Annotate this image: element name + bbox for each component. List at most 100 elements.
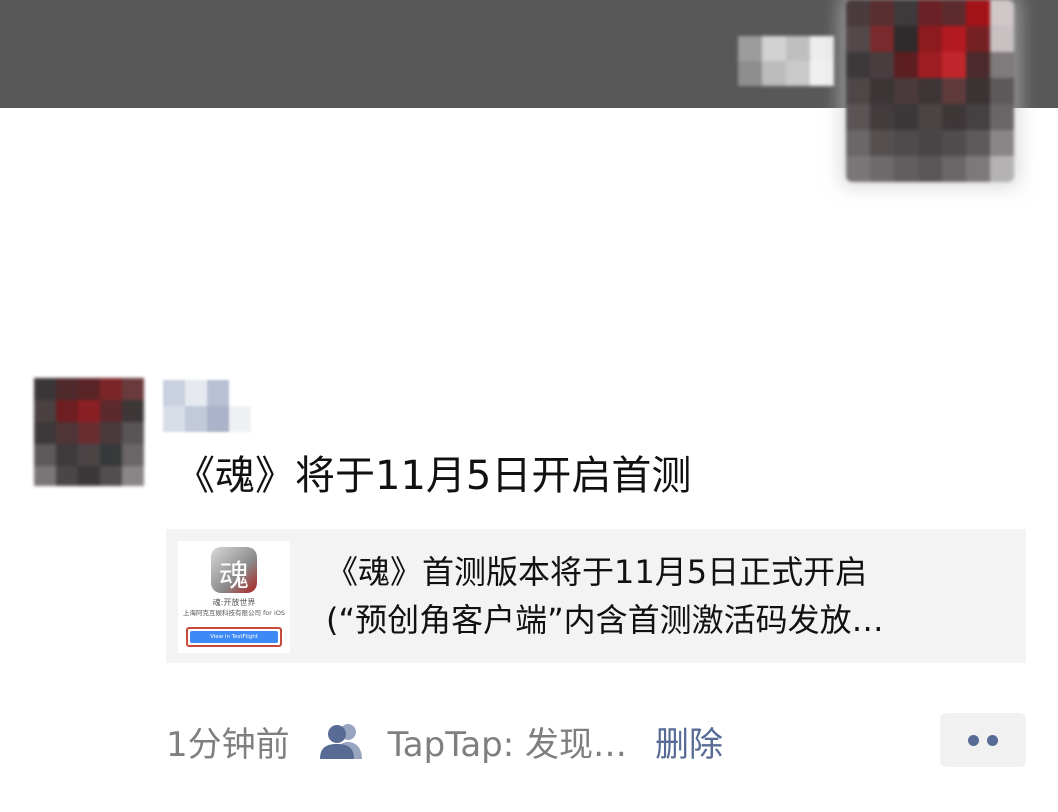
mosaic-cell	[870, 130, 894, 156]
mosaic-cell	[100, 422, 122, 444]
shared-link-card[interactable]: 魂 魂:开放世界 上海阿克互娱科技有限公司 for iOS View in Te…	[166, 529, 1026, 663]
mosaic-cell	[942, 156, 966, 182]
mosaic-cell	[207, 380, 229, 406]
poster-avatar[interactable]	[34, 378, 144, 486]
mosaic-cell	[122, 378, 144, 400]
mosaic-cell	[918, 156, 942, 182]
mosaic-cell	[990, 52, 1014, 78]
mosaic-cell	[229, 406, 251, 432]
mosaic-cell	[870, 0, 894, 26]
people-icon	[319, 724, 362, 759]
link-title-line1: 《魂》首测版本将于11月5日正式开启	[326, 553, 868, 591]
mosaic-cell	[870, 156, 894, 182]
mosaic-cell	[78, 422, 100, 444]
mosaic-cell	[894, 26, 918, 52]
mosaic-cell	[100, 400, 122, 422]
mosaic-cell	[810, 61, 834, 86]
mosaic-cell	[942, 130, 966, 156]
mosaic-cell	[966, 52, 990, 78]
mosaic-cell	[894, 156, 918, 182]
mosaic-cell	[122, 422, 144, 444]
mosaic-cell	[918, 0, 942, 26]
mosaic-cell	[870, 26, 894, 52]
blurred-username	[738, 36, 834, 86]
delete-link[interactable]: 删除	[655, 717, 723, 766]
profile-avatar[interactable]	[846, 0, 1014, 182]
mosaic-cell	[78, 444, 100, 466]
mosaic-cell	[918, 26, 942, 52]
mosaic-cell	[34, 466, 56, 486]
mosaic-cell	[990, 78, 1014, 104]
thumbnail-company: 上海阿克互娱科技有限公司 for iOS	[182, 609, 286, 617]
mosaic-cell	[810, 36, 834, 61]
post-source[interactable]: TapTap: 发现…	[388, 717, 627, 766]
mosaic-cell	[738, 36, 762, 61]
mosaic-cell	[56, 422, 78, 444]
mosaic-cell	[56, 444, 78, 466]
mosaic-cell	[870, 52, 894, 78]
mosaic-cell	[942, 52, 966, 78]
post-time: 1分钟前	[166, 724, 290, 765]
mosaic-cell	[846, 156, 870, 182]
mosaic-cell	[56, 400, 78, 422]
mosaic-cell	[185, 380, 207, 406]
mosaic-cell	[185, 406, 207, 432]
mosaic-cell	[100, 466, 122, 486]
mosaic-cell	[78, 400, 100, 422]
mosaic-cell	[846, 78, 870, 104]
mosaic-cell	[894, 52, 918, 78]
mosaic-cell	[78, 466, 100, 486]
mosaic-cell	[122, 400, 144, 422]
mosaic-cell	[34, 422, 56, 444]
mosaic-cell	[870, 104, 894, 130]
app-glyph: 魂	[219, 559, 249, 594]
mosaic-cell	[100, 444, 122, 466]
mosaic-cell	[738, 61, 762, 86]
mosaic-cell	[990, 26, 1014, 52]
mosaic-cell	[846, 130, 870, 156]
mosaic-cell	[100, 378, 122, 400]
mosaic-cell	[966, 156, 990, 182]
mosaic-cell	[990, 104, 1014, 130]
link-title-line2: (“预创角客户端”内含首测激活码发放…	[326, 601, 884, 639]
mosaic-cell	[894, 0, 918, 26]
mosaic-cell	[846, 0, 870, 26]
mosaic-cell	[894, 130, 918, 156]
mosaic-cell	[846, 26, 870, 52]
mosaic-cell	[34, 378, 56, 400]
mosaic-cell	[990, 0, 1014, 26]
mosaic-cell	[56, 466, 78, 486]
mosaic-cell	[163, 406, 185, 432]
mosaic-cell	[942, 0, 966, 26]
post-meta-row: 1分钟前 TapTap: 发现… 删除	[166, 716, 723, 766]
mosaic-cell	[966, 104, 990, 130]
more-options-button[interactable]	[940, 713, 1026, 767]
mosaic-cell	[918, 78, 942, 104]
mosaic-cell	[762, 61, 786, 86]
mosaic-cell	[846, 104, 870, 130]
mosaic-cell	[34, 444, 56, 466]
mosaic-cell	[990, 130, 1014, 156]
post-text: 《魂》将于11月5日开启首测	[175, 453, 692, 499]
mosaic-cell	[942, 26, 966, 52]
mosaic-cell	[846, 52, 870, 78]
more-dots-icon	[968, 735, 979, 746]
mosaic-cell	[229, 380, 251, 406]
mosaic-cell	[56, 378, 78, 400]
mosaic-cell	[966, 26, 990, 52]
thumbnail-testflight-button: View in TestFlight	[186, 627, 282, 647]
mosaic-cell	[762, 36, 786, 61]
mosaic-cell	[918, 130, 942, 156]
mosaic-cell	[786, 36, 810, 61]
more-dots-icon	[987, 735, 998, 746]
thumbnail-button-label: View in TestFlight	[190, 631, 278, 643]
mosaic-cell	[942, 78, 966, 104]
mosaic-cell	[78, 378, 100, 400]
mosaic-cell	[966, 0, 990, 26]
mosaic-cell	[34, 400, 56, 422]
mosaic-cell	[122, 444, 144, 466]
mosaic-cell	[163, 380, 185, 406]
mosaic-cell	[966, 130, 990, 156]
poster-nickname[interactable]	[163, 380, 253, 432]
link-thumbnail: 魂 魂:开放世界 上海阿克互娱科技有限公司 for iOS View in Te…	[178, 541, 290, 653]
